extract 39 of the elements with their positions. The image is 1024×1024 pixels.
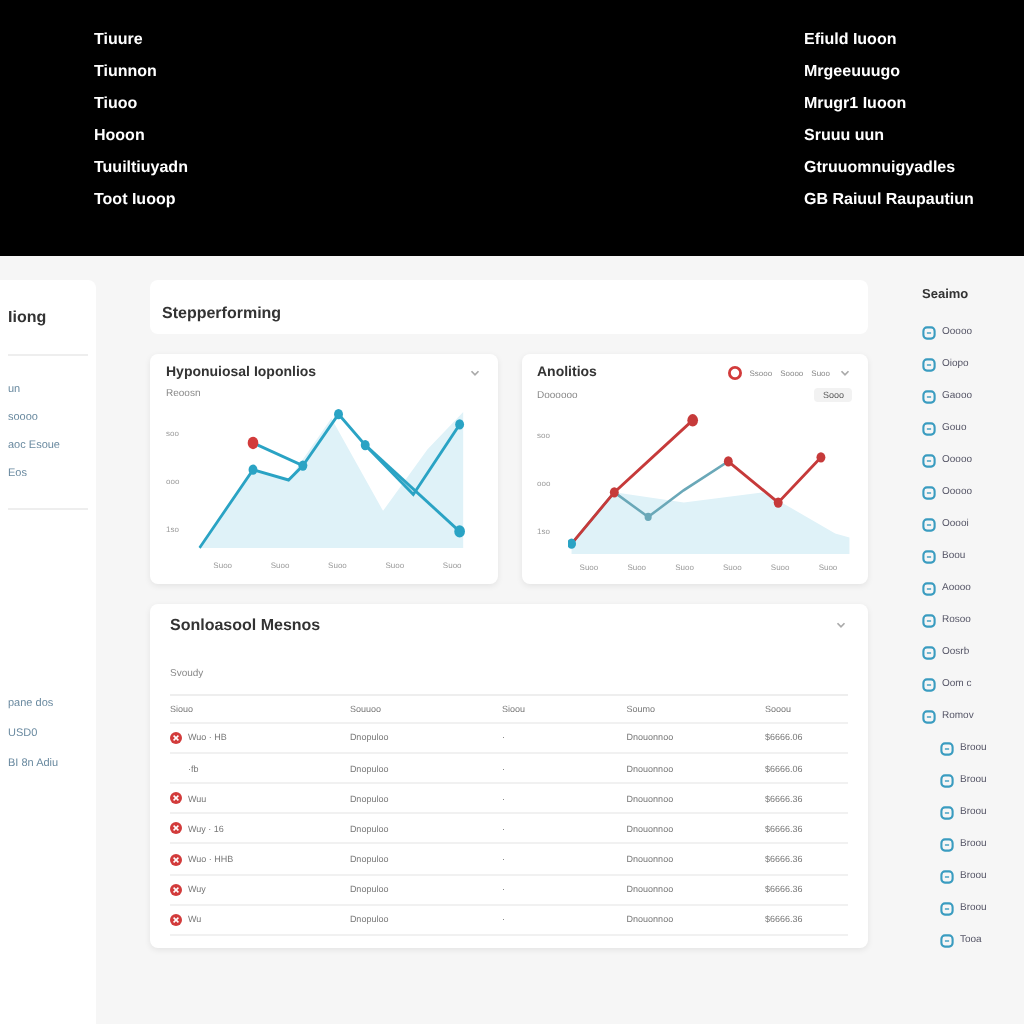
sidebar-title: Iiong xyxy=(8,308,49,326)
document-icon xyxy=(940,805,954,819)
chevron-icon[interactable] xyxy=(834,618,848,632)
document-icon xyxy=(922,485,936,499)
header-link[interactable]: Mrugr1 Iuoon xyxy=(804,92,984,114)
header-link[interactable]: Sruuu uun xyxy=(804,124,984,146)
header-link[interactable]: Tiuure xyxy=(94,28,188,50)
document-icon xyxy=(922,549,936,563)
header-link[interactable]: Gtruuomnuigyadles xyxy=(804,156,984,178)
document-icon xyxy=(940,837,954,851)
document-icon xyxy=(922,357,936,371)
document-icon xyxy=(940,869,954,883)
document-icon xyxy=(940,773,954,787)
document-icon xyxy=(940,933,954,947)
document-icon xyxy=(940,901,954,915)
document-icon xyxy=(922,453,936,467)
document-icon xyxy=(922,325,936,339)
legend-dot-icon xyxy=(727,366,742,380)
header-link[interactable]: GB Raiuul Raupautiun xyxy=(804,188,984,210)
header-link[interactable]: Tuuiltiuyadn xyxy=(94,156,188,178)
document-icon xyxy=(940,741,954,755)
chevron-icon[interactable] xyxy=(838,366,852,380)
document-icon xyxy=(922,645,936,659)
document-icon xyxy=(922,613,936,627)
document-icon xyxy=(922,389,936,403)
header-link[interactable]: Tiunnon xyxy=(94,60,188,82)
header-link[interactable]: Tiuoo xyxy=(94,92,188,114)
header-link[interactable]: Hooon xyxy=(94,124,188,146)
header-link[interactable]: Efiuld Iuoon xyxy=(804,28,984,50)
header-link[interactable]: Mrgeeuuugo xyxy=(804,60,984,82)
table-title: Sonloasool Mesnos xyxy=(170,616,323,634)
header-link[interactable]: Toot Iuoop xyxy=(94,188,188,210)
document-icon xyxy=(922,581,936,595)
chevron-icon[interactable] xyxy=(467,366,481,380)
section-title: Stepperforming xyxy=(162,304,282,322)
document-icon xyxy=(922,421,936,435)
document-icon xyxy=(922,677,936,691)
document-icon xyxy=(922,709,936,723)
document-icon xyxy=(922,517,936,531)
